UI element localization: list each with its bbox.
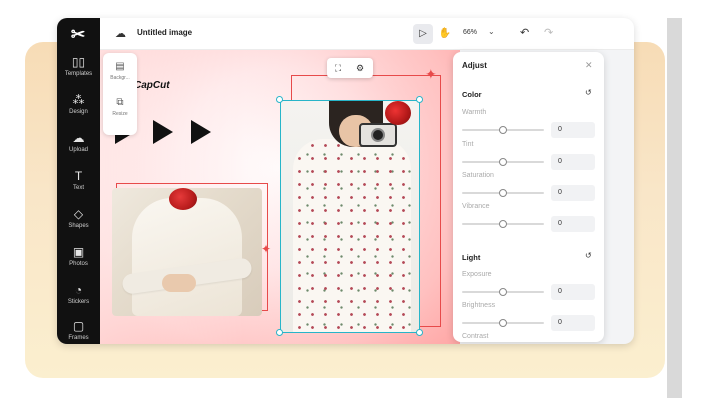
upload-icon: ☁ (72, 131, 85, 145)
floating-toolbar: ⛶ ⚙ (327, 58, 373, 78)
resize-label: Resize (112, 111, 128, 117)
resize-handle[interactable] (276, 96, 283, 103)
chevron-down-icon[interactable]: ⌄ (488, 27, 495, 36)
photo-woman-jacket[interactable] (112, 188, 262, 316)
sidebar-item-frames[interactable]: ▢ Frames (57, 316, 100, 344)
color-section-title: Color (462, 90, 482, 99)
background-label: Backgr... (110, 75, 130, 81)
photo-woman-camera[interactable] (280, 100, 420, 333)
slider-thumb[interactable] (499, 126, 507, 134)
sidebar-item-label: Stickers (67, 299, 90, 305)
exposure-input[interactable]: 0 (551, 284, 595, 300)
canvas-options-panel: ▤ Backgr... ⧉ Resize (103, 53, 137, 135)
slider-thumb[interactable] (499, 220, 507, 228)
resize-handle[interactable] (416, 329, 423, 336)
resize-button[interactable]: ⧉ Resize (103, 97, 137, 117)
sidebar-item-label: Photos (69, 261, 88, 267)
document-title[interactable]: Untitled image (137, 28, 192, 37)
sidebar-item-label: Frames (68, 335, 89, 341)
canvas-brand-text[interactable]: CapCut (134, 80, 170, 91)
sparkle-star-icon[interactable]: ✦ (261, 242, 271, 256)
param-label: Tint (462, 141, 474, 148)
reset-icon[interactable]: ↺ (585, 88, 592, 97)
resize-handle[interactable] (416, 96, 423, 103)
slider-thumb[interactable] (499, 189, 507, 197)
select-tool-icon[interactable]: ▷ (413, 24, 433, 44)
capcut-editor-window: ✂ ▯▯ Templates ⁂ Design ☁ Upload T Text … (57, 18, 634, 344)
sidebar-item-label: Upload (68, 147, 88, 153)
floral-dress-shape (293, 139, 411, 332)
play-arrow-icon[interactable] (191, 120, 211, 144)
text-icon: T (74, 169, 83, 183)
redo-icon[interactable]: ↷ (544, 26, 553, 39)
templates-icon: ▯▯ (71, 55, 86, 69)
param-label: Contrast (462, 333, 489, 340)
capcut-logo-icon[interactable]: ✂ (67, 24, 89, 46)
background-button[interactable]: ▤ Backgr... (103, 61, 137, 81)
sidebar-item-stickers[interactable]: ◔ Stickers (57, 280, 100, 316)
sparkle-star-icon[interactable]: ✦ (425, 66, 437, 83)
tint-input[interactable]: 0 (551, 154, 595, 170)
param-label: Vibrance (462, 203, 490, 210)
saturation-input[interactable]: 0 (551, 185, 595, 201)
param-label: Brightness (462, 302, 496, 309)
zoom-level[interactable]: 66% (463, 29, 477, 36)
lens-shape (371, 128, 385, 142)
light-section-title: Light (462, 253, 481, 262)
brightness-input[interactable]: 0 (551, 315, 595, 331)
resize-handle[interactable] (276, 329, 283, 336)
crop-icon[interactable]: ⛶ (327, 58, 349, 78)
sidebar-item-upload[interactable]: ☁ Upload (57, 128, 100, 164)
slider-thumb[interactable] (499, 158, 507, 166)
adjust-panel: Adjust ✕ Color ↺ Warmth 0 Tint 0 Saturat… (453, 52, 604, 342)
hand-tool-icon[interactable]: ✋ (435, 24, 455, 44)
screenshot-stage: ✂ ▯▯ Templates ⁂ Design ☁ Upload T Text … (0, 0, 720, 405)
sidebar-item-design[interactable]: ⁂ Design (57, 90, 100, 126)
vibrance-input[interactable]: 0 (551, 216, 595, 232)
design-icon: ⁂ (72, 93, 85, 107)
background-icon: ▤ (115, 61, 125, 72)
param-label: Saturation (462, 172, 494, 179)
sidebar-item-label: Shapes (68, 223, 89, 229)
cloud-save-icon[interactable]: ☁ (115, 27, 126, 40)
close-icon[interactable]: ✕ (585, 60, 593, 71)
sidebar-item-templates[interactable]: ▯▯ Templates (57, 52, 100, 88)
slider-thumb[interactable] (499, 288, 507, 296)
reset-icon[interactable]: ↺ (585, 251, 592, 260)
left-sidebar: ✂ ▯▯ Templates ⁂ Design ☁ Upload T Text … (57, 18, 100, 344)
undo-icon[interactable]: ↶ (520, 26, 529, 39)
rose-shape (385, 101, 411, 125)
param-label: Exposure (462, 271, 492, 278)
play-arrow-icon[interactable] (153, 120, 173, 144)
design-canvas[interactable]: CapCut ✦ ✦ ⛶ ⚙ (100, 50, 460, 344)
param-label: Warmth (462, 109, 487, 116)
jacket-shape (132, 198, 242, 316)
sidebar-item-label: Design (69, 109, 88, 115)
sidebar-item-photos[interactable]: ▣ Photos (57, 242, 100, 278)
sidebar-item-text[interactable]: T Text (57, 166, 100, 202)
sidebar-item-label: Text (72, 185, 84, 191)
sidebar-item-shapes[interactable]: ◇ Shapes (57, 204, 100, 240)
photos-icon: ▣ (72, 245, 85, 259)
resize-icon: ⧉ (116, 97, 124, 108)
stickers-icon: ◔ (74, 283, 83, 297)
top-toolbar: ☁ Untitled image ▷ ✋ 66% ⌄ ↶ ↷ (100, 18, 634, 50)
effects-icon[interactable]: ⚙ (349, 58, 371, 78)
sidebar-item-label: Templates (64, 71, 93, 77)
panel-title: Adjust (462, 61, 487, 70)
rose-shape (169, 188, 197, 210)
shapes-icon: ◇ (73, 207, 84, 221)
scrollbar-strip (667, 18, 682, 398)
warmth-input[interactable]: 0 (551, 122, 595, 138)
hand-shape (162, 274, 196, 292)
frames-icon: ▢ (72, 319, 85, 333)
slider-thumb[interactable] (499, 319, 507, 327)
